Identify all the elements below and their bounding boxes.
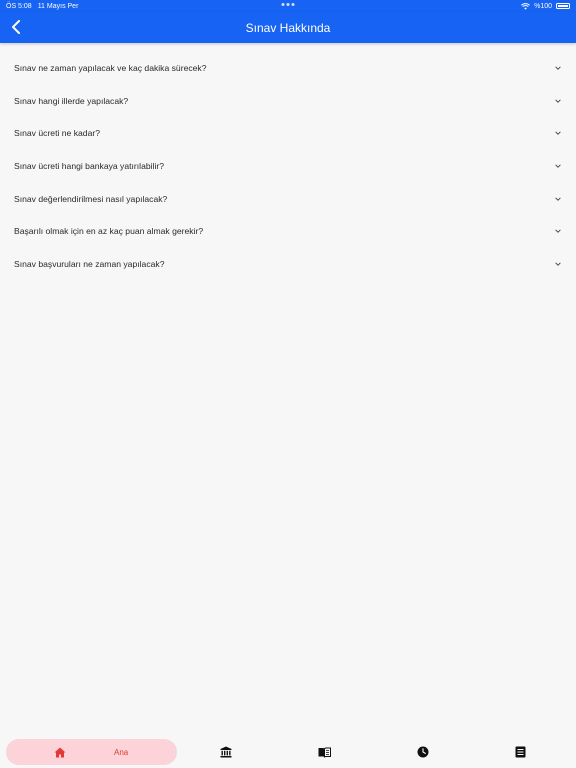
status-bar: ÖS 5:08 11 Mayıs Per %100 [0, 0, 576, 12]
faq-question: Sınav ne zaman yapılacak ve kaç dakika s… [14, 63, 207, 74]
book-icon [318, 747, 331, 758]
home-icon [54, 747, 66, 757]
faq-item[interactable]: Sınav hangi illerde yapılacak? [0, 85, 576, 118]
chevron-down-icon [555, 99, 561, 103]
faq-question: Sınav başvuruları ne zaman yapılacak? [14, 258, 165, 269]
chevron-down-icon [555, 164, 561, 168]
bank-icon [220, 746, 232, 758]
faq-question: Sınav hangi illerde yapılacak? [14, 95, 129, 106]
tab-book[interactable] [275, 739, 373, 765]
faq-item[interactable]: Sınav ücreti hangi bankaya yatırılabilir… [0, 150, 576, 183]
faq-question: Başarılı olmak için en az kaç puan almak… [14, 226, 204, 237]
tab-home[interactable]: Ana [6, 739, 177, 765]
list-icon [515, 746, 526, 758]
chevron-down-icon [555, 229, 561, 234]
wifi-icon [521, 2, 531, 10]
status-right: %100 [521, 3, 570, 10]
tab-history[interactable] [374, 739, 472, 765]
faq-item[interactable]: Sınav başvuruları ne zaman yapılacak? [0, 248, 576, 281]
app-header: Sınav Hakkında [0, 12, 576, 43]
chevron-left-icon [12, 20, 20, 34]
chevron-down-icon [555, 262, 561, 266]
faq-question: Sınav değerlendirilmesi nasıl yapılacak? [14, 193, 168, 204]
faq-question: Sınav ücreti hangi bankaya yatırılabilir… [14, 161, 164, 172]
faq-item[interactable]: Sınav ne zaman yapılacak ve kaç dakika s… [0, 52, 576, 85]
faq-item[interactable]: Sınav ücreti ne kadar? [0, 117, 576, 150]
chevron-down-icon [555, 131, 561, 136]
status-date: 11 Mayıs Per [37, 2, 79, 10]
status-time: ÖS 5:08 [6, 2, 32, 10]
battery-percent: %100 [534, 2, 552, 10]
clock-icon [417, 746, 429, 758]
faq-item[interactable]: Başarılı olmak için en az kaç puan almak… [0, 215, 576, 248]
page-title: Sınav Hakkında [245, 20, 331, 35]
tab-home-label: Ana [114, 747, 129, 757]
bottom-tab-bar: Ana [0, 736, 576, 768]
tab-bank[interactable] [177, 739, 275, 765]
battery-icon [556, 3, 570, 9]
chevron-down-icon [555, 66, 561, 71]
status-left: ÖS 5:08 11 Mayıs Per [6, 3, 78, 10]
tab-list[interactable] [472, 739, 570, 765]
faq-question: Sınav ücreti ne kadar? [14, 128, 100, 139]
faq-item[interactable]: Sınav değerlendirilmesi nasıl yapılacak? [0, 182, 576, 215]
chevron-down-icon [555, 197, 561, 201]
multitasking-dots-icon[interactable] [281, 3, 295, 6]
faq-list: Sınav ne zaman yapılacak ve kaç dakika s… [0, 52, 576, 280]
back-button[interactable] [6, 16, 26, 38]
